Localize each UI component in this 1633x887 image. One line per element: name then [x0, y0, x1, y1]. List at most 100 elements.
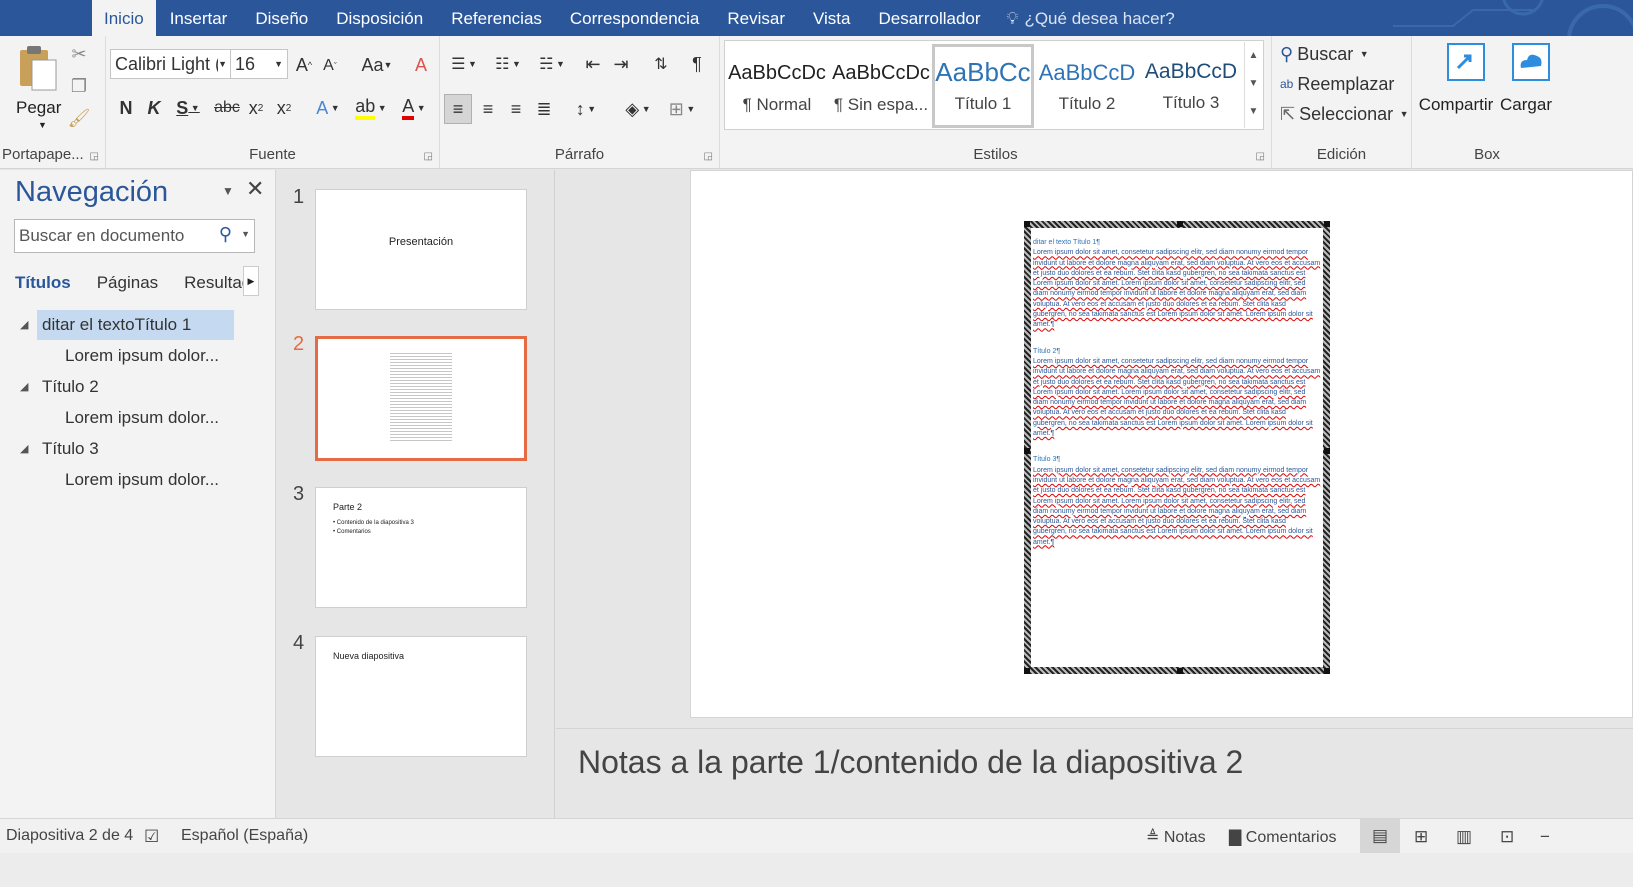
font-size-select[interactable]: 16 ▼ [230, 49, 288, 79]
borders-button[interactable]: ⊞ ▼ [662, 94, 702, 124]
bold-button[interactable]: N [114, 94, 138, 122]
nav-heading-item[interactable]: Título 3 [42, 439, 99, 459]
superscript-button[interactable]: x2 [272, 94, 296, 122]
document-page[interactable]: ditar el texto Título 1¶ Lorem ipsum dol… [690, 170, 1633, 718]
dialog-launcher-icon[interactable]: ◲ [90, 151, 99, 162]
show-formatting-marks-icon[interactable]: ¶ [684, 50, 710, 78]
comments-button[interactable]: ▇ Comentarios [1229, 827, 1336, 847]
style-normal[interactable]: AaBbCcDc ¶ Normal [726, 44, 828, 128]
notes-pane[interactable]: Notas a la parte 1/contenido de la diapo… [556, 728, 1633, 818]
align-right-button[interactable]: ≡ [502, 94, 530, 124]
slide-thumbnail[interactable]: Presentación [315, 189, 527, 310]
text-frame[interactable]: ditar el texto Título 1¶ Lorem ipsum dol… [1024, 221, 1330, 674]
chevron-right-icon[interactable]: ▶ [243, 266, 259, 296]
bullets-button[interactable]: ☰ ▼ [444, 50, 484, 78]
decrease-indent-icon[interactable]: ⇤ [580, 50, 606, 78]
italic-button[interactable]: K [142, 94, 166, 122]
nav-tab-headings[interactable]: Títulos [15, 273, 71, 293]
align-center-button[interactable]: ≡ [474, 94, 502, 124]
resize-handle[interactable] [1024, 668, 1030, 674]
notes-button[interactable]: ≜ Notas [1146, 827, 1206, 847]
line-spacing-button[interactable]: ↕ ▼ [566, 94, 606, 124]
nav-tab-pages[interactable]: Páginas [97, 273, 158, 293]
replace-button[interactable]: ab Reemplazar [1280, 70, 1394, 98]
slide-thumbnail-selected[interactable] [315, 336, 527, 461]
slide-thumbnail[interactable]: Nueva diapositiva [315, 636, 527, 757]
language-indicator[interactable]: Español (España) [181, 827, 308, 845]
reading-view-icon[interactable]: ▥ [1456, 827, 1472, 847]
font-name-select[interactable]: Calibri Light ( ▼ [110, 49, 232, 79]
copy-icon[interactable]: ❐ [68, 74, 90, 98]
chevron-down-icon[interactable]: ▼ [222, 184, 234, 198]
normal-view-icon[interactable]: ▤ [1360, 819, 1400, 854]
multilevel-list-button[interactable]: ☵ ▼ [532, 50, 572, 78]
tell-me-box[interactable]: 💡︎ ¿Qué desea hacer? [995, 0, 1175, 36]
grow-font-button[interactable]: A ^ [292, 51, 316, 79]
chevron-down-icon[interactable]: ▼ [241, 229, 250, 239]
style-heading-3[interactable]: AaBbCcD Título 3 [1140, 44, 1242, 128]
style-heading-1[interactable]: AaBbCc Título 1 [932, 44, 1034, 128]
strikethrough-button[interactable]: abc [212, 94, 242, 122]
justify-button[interactable]: ≣ [530, 94, 558, 124]
search-input[interactable]: Buscar en documento ⚲ ▼ [14, 219, 255, 253]
increase-indent-icon[interactable]: ⇥ [608, 50, 634, 78]
dialog-launcher-icon[interactable]: ◲ [1256, 151, 1265, 162]
text-effects-button[interactable]: A ▼ [308, 94, 348, 122]
nav-subheading-item[interactable]: Lorem ipsum dolor... [65, 346, 219, 366]
underline-button[interactable]: S ▼ [170, 94, 206, 122]
style-heading-2[interactable]: AaBbCcD Título 2 [1036, 44, 1138, 128]
shading-button[interactable]: ◈ ▼ [618, 94, 658, 124]
close-icon[interactable]: ✕ [246, 176, 264, 202]
nav-subheading-item[interactable]: Lorem ipsum dolor... [65, 408, 219, 428]
dialog-launcher-icon[interactable]: ◲ [424, 151, 433, 162]
find-button[interactable]: ⚲ Buscar ▼ [1280, 40, 1369, 68]
format-painter-icon[interactable]: 🖌︎ [66, 106, 92, 130]
tab-revisar[interactable]: Revisar [713, 0, 799, 36]
gallery-scroll[interactable]: ▲ ▼ ▼ [1244, 42, 1262, 128]
nav-heading-item[interactable]: ditar el textoTítulo 1 [42, 315, 191, 335]
sort-icon[interactable]: ⇅ [648, 50, 674, 78]
tab-insertar[interactable]: Insertar [156, 0, 242, 36]
collapse-icon[interactable]: ◢ [20, 442, 28, 455]
resize-handle[interactable] [1324, 448, 1330, 454]
align-left-button[interactable]: ≡ [444, 94, 472, 124]
collapse-icon[interactable]: ◢ [20, 318, 28, 331]
select-button[interactable]: ⇱ Seleccionar ▼ [1280, 100, 1409, 128]
nav-tab-results[interactable]: Resultad [184, 273, 251, 293]
resize-handle[interactable] [1324, 221, 1330, 227]
dialog-launcher-icon[interactable]: ◲ [704, 151, 713, 162]
share-button[interactable]: Compartir [1416, 42, 1496, 120]
tab-correspondencia[interactable]: Correspondencia [556, 0, 713, 36]
tab-vista[interactable]: Vista [799, 0, 865, 36]
tab-referencias[interactable]: Referencias [437, 0, 556, 36]
tab-diseno[interactable]: Diseño [241, 0, 322, 36]
notes-text[interactable]: Notas a la parte 1/contenido de la diapo… [578, 744, 1243, 781]
slide-thumbnail[interactable]: Parte 2 • Contenido de la diapositiva 3 … [315, 487, 527, 608]
cut-icon[interactable]: ✂ [68, 42, 90, 66]
paste-button[interactable]: Pegar ▼ [8, 42, 66, 132]
slideshow-icon[interactable]: ⊡ [1500, 827, 1514, 847]
upload-button[interactable]: Cargar [1496, 42, 1556, 120]
numbering-button[interactable]: ☷ ▼ [488, 50, 528, 78]
resize-handle[interactable] [1024, 221, 1030, 227]
slide-sorter-icon[interactable]: ⊞ [1414, 827, 1428, 847]
nav-subheading-item[interactable]: Lorem ipsum dolor... [65, 470, 219, 490]
subscript-button[interactable]: x2 [244, 94, 268, 122]
zoom-out-icon[interactable]: − [1540, 827, 1550, 847]
font-color-button[interactable]: A ▼ [394, 94, 434, 122]
slide-counter[interactable]: Diapositiva 2 de 4 [6, 827, 133, 845]
tab-inicio[interactable]: Inicio [92, 0, 156, 36]
resize-handle[interactable] [1177, 221, 1183, 227]
tab-disposicion[interactable]: Disposición [322, 0, 437, 36]
resize-handle[interactable] [1324, 668, 1330, 674]
proofing-icon[interactable]: ☑ [144, 827, 159, 847]
clear-formatting-icon[interactable]: A [408, 51, 434, 79]
resize-handle[interactable] [1177, 668, 1183, 674]
collapse-icon[interactable]: ◢ [20, 380, 28, 393]
style-no-spacing[interactable]: AaBbCcDc ¶ Sin espa... [830, 44, 932, 128]
nav-heading-item[interactable]: Título 2 [42, 377, 99, 397]
change-case-button[interactable]: Aa ▼ [356, 51, 398, 79]
resize-handle[interactable] [1024, 448, 1030, 454]
highlight-color-button[interactable]: ab ▼ [350, 94, 392, 122]
tab-desarrollador[interactable]: Desarrollador [865, 0, 995, 36]
